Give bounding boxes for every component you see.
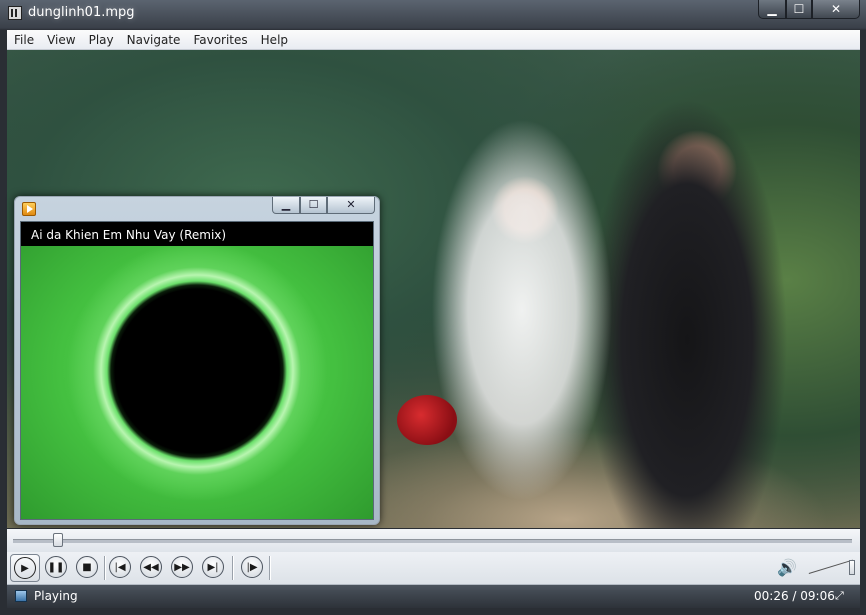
menu-help[interactable]: Help xyxy=(254,30,294,49)
minimize-button[interactable]: ▁ xyxy=(758,0,786,19)
menu-navigate[interactable]: Navigate xyxy=(120,30,187,49)
next-button[interactable]: ▶| xyxy=(202,556,224,578)
volume-thumb[interactable] xyxy=(849,560,855,575)
menu-favorites[interactable]: Favorites xyxy=(186,30,253,49)
play-button[interactable]: ▶ xyxy=(10,554,40,582)
divider xyxy=(269,556,271,580)
visualization-window-controls: ▁ ☐ ✕ xyxy=(272,197,375,214)
window-controls: ▁ ☐ ✕ xyxy=(758,0,860,20)
title-bar[interactable]: dunglinh01.mpg ▁ ☐ ✕ xyxy=(0,0,866,28)
track-title: Ai da Khien Em Nhu Vay (Remix) xyxy=(31,228,227,242)
skip-back-icon: |◀ xyxy=(114,561,126,573)
close-button[interactable]: ✕ xyxy=(812,0,860,19)
skip-next-icon: ▶| xyxy=(207,561,219,573)
rewind-icon: ◀◀ xyxy=(143,561,159,573)
menu-play[interactable]: Play xyxy=(82,30,120,49)
film-icon xyxy=(8,6,22,20)
fullscreen-icon[interactable]: ⤢ xyxy=(835,589,851,603)
menu-file[interactable]: File xyxy=(7,30,40,49)
visualizer-ring xyxy=(21,246,373,519)
frame-step-button[interactable]: |▶ xyxy=(241,556,263,578)
play-icon: ▶ xyxy=(21,562,29,574)
status-icon xyxy=(15,590,27,602)
visualization-window[interactable]: ▁ ☐ ✕ Ai da Khien Em Nhu Vay (Remix) xyxy=(14,196,380,525)
video-frame-detail xyxy=(397,395,457,445)
visualization-canvas: Ai da Khien Em Nhu Vay (Remix) xyxy=(20,221,374,520)
previous-button[interactable]: |◀ xyxy=(109,556,131,578)
stop-icon: ■ xyxy=(82,561,92,573)
menu-view[interactable]: View xyxy=(40,30,81,49)
window-title: dunglinh01.mpg xyxy=(28,5,135,20)
menu-bar: File View Play Navigate Favorites Help xyxy=(7,30,860,50)
speaker-icon[interactable]: 🔊 xyxy=(777,558,797,577)
time-display: 00:26 / 09:06 xyxy=(754,589,835,603)
divider xyxy=(104,556,106,580)
visualization-minimize-button[interactable]: ▁ xyxy=(272,197,300,214)
volume-slider[interactable] xyxy=(809,558,855,576)
media-player-window: dunglinh01.mpg ▁ ☐ ✕ File View Play Navi… xyxy=(0,0,866,615)
rewind-button[interactable]: ◀◀ xyxy=(140,556,162,578)
seek-track[interactable] xyxy=(13,539,852,543)
visualization-close-button[interactable]: ✕ xyxy=(327,197,375,214)
player-icon xyxy=(22,202,36,216)
stop-button[interactable]: ■ xyxy=(76,556,98,578)
fast-forward-icon: ▶▶ xyxy=(174,561,190,573)
pause-button[interactable]: ❚❚ xyxy=(45,556,67,578)
playback-status: Playing xyxy=(34,589,78,603)
visualization-title-bar[interactable]: ▁ ☐ ✕ xyxy=(15,197,379,219)
visualization-maximize-button[interactable]: ☐ xyxy=(300,197,327,214)
maximize-button[interactable]: ☐ xyxy=(786,0,812,19)
frame-step-icon: |▶ xyxy=(246,561,258,573)
seek-bar[interactable] xyxy=(7,529,860,552)
pause-icon: ❚❚ xyxy=(47,561,65,573)
fast-forward-button[interactable]: ▶▶ xyxy=(171,556,193,578)
divider xyxy=(232,556,234,580)
transport-controls: ▶ ❚❚ ■ |◀ ◀◀ ▶▶ ▶| |▶ 🔊 xyxy=(7,552,860,585)
seek-thumb[interactable] xyxy=(52,533,63,547)
status-bar: Playing 00:26 / 09:06 ⤢ xyxy=(7,585,860,608)
